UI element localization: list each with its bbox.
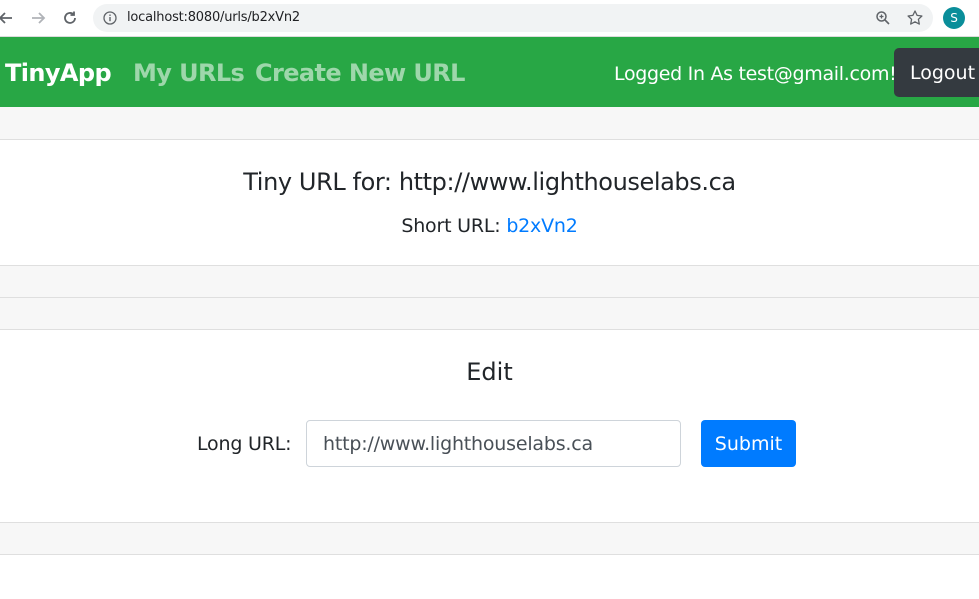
edit-card-header [0, 297, 979, 330]
long-url-input[interactable] [306, 420, 681, 467]
logged-in-status: Logged In As test@gmail.com! [614, 63, 897, 85]
short-url-label: Short URL: [401, 215, 507, 237]
forward-icon[interactable] [28, 8, 48, 28]
zoom-icon[interactable] [875, 10, 891, 26]
back-icon[interactable] [0, 8, 16, 28]
nav-create-new-url[interactable]: Create New URL [255, 59, 465, 87]
url-card-header [0, 107, 979, 140]
browser-toolbar: localhost:8080/urls/b2xVn2 S [0, 0, 979, 37]
long-url-label: Long URL: [197, 433, 292, 455]
profile-avatar[interactable]: S [943, 7, 965, 29]
submit-button[interactable]: Submit [701, 420, 796, 467]
address-url[interactable]: localhost:8080/urls/b2xVn2 [127, 10, 300, 25]
app-navbar: TinyApp My URLs Create New URL Logged In… [0, 37, 979, 107]
url-card-body [0, 140, 979, 265]
url-card-title: Tiny URL for: http://www.lighthouselabs.… [243, 168, 736, 196]
address-bar[interactable]: localhost:8080/urls/b2xVn2 [93, 4, 933, 32]
edit-card-title: Edit [466, 358, 513, 386]
edit-card-footer [0, 522, 979, 555]
reload-icon[interactable] [60, 8, 80, 28]
logout-button[interactable]: Logout [894, 48, 979, 97]
short-url-link[interactable]: b2xVn2 [506, 215, 578, 237]
nav-my-urls[interactable]: My URLs [133, 59, 245, 87]
info-icon[interactable] [103, 11, 117, 25]
brand-link[interactable]: TinyApp [5, 59, 112, 87]
url-card-footer [0, 265, 979, 298]
bookmark-star-icon[interactable] [906, 9, 924, 27]
short-url-line: Short URL: b2xVn2 [0, 215, 979, 237]
